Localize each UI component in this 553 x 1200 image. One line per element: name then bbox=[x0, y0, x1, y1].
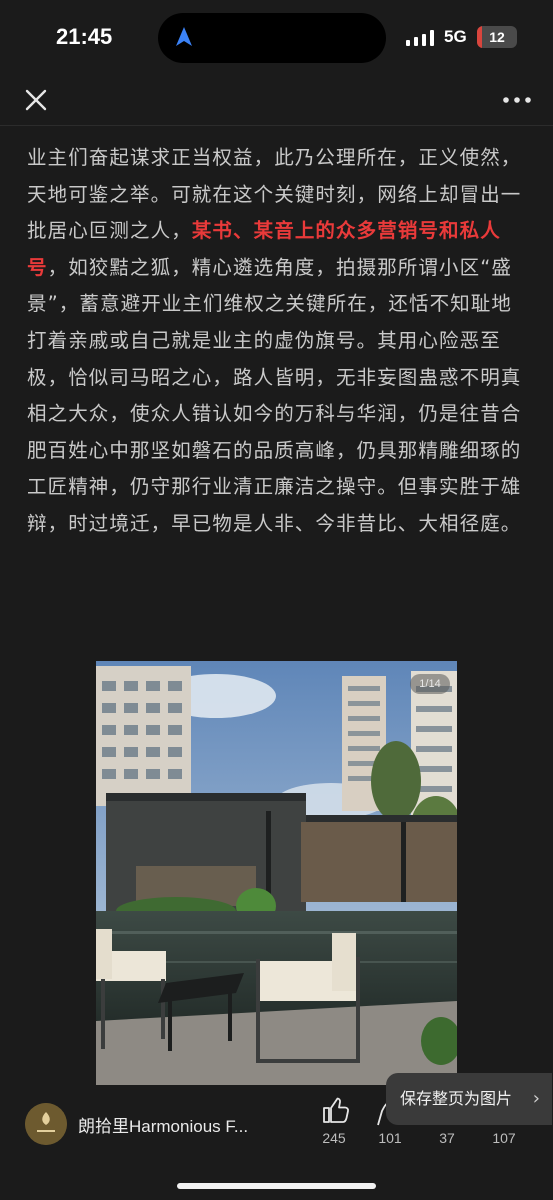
network-type: 5G bbox=[444, 27, 467, 46]
article-line: 工匠精神，仍守那行业清正廉洁之操守。但事实胜于雄 bbox=[27, 475, 522, 499]
article-line: 辩，时过境迁，早已物是人非、今非昔比、大相径庭。 bbox=[27, 511, 522, 535]
favorite-count: 37 bbox=[439, 1130, 455, 1146]
author-name[interactable]: 朗拾里Harmonious F... bbox=[78, 1112, 283, 1137]
home-indicator[interactable] bbox=[177, 1183, 376, 1189]
article-text: 批居心叵测之人， bbox=[27, 219, 192, 243]
save-page-as-image-button[interactable]: 保存整页为图片 › bbox=[386, 1073, 552, 1125]
header-divider bbox=[0, 125, 553, 126]
status-time: 21:45 bbox=[56, 24, 113, 49]
article-line: 天地可鉴之举。可就在这个关键时刻，网络上却冒出一 bbox=[27, 182, 522, 206]
more-icon[interactable] bbox=[500, 88, 534, 112]
article-line: 肥百姓心中那坚如磐石的品质高峰，仍具那精雕细琢的 bbox=[27, 438, 522, 462]
avatar[interactable] bbox=[25, 1103, 67, 1145]
chevron-right-icon: › bbox=[532, 1088, 540, 1109]
highlighted-text: 号 bbox=[27, 255, 48, 279]
thumbs-up-icon[interactable] bbox=[320, 1095, 350, 1125]
battery-text: 12 bbox=[489, 29, 505, 45]
like-count: 245 bbox=[322, 1130, 346, 1146]
comment-count: 101 bbox=[378, 1130, 402, 1146]
post-photo[interactable] bbox=[96, 661, 457, 1085]
article-line: 景”，蓄意避开业主们维权之关键所在，还恬不知耻地 bbox=[27, 292, 513, 316]
article-line: 打着亲戚或自己就是业主的虚伪旗号。其用心险恶至 bbox=[27, 328, 501, 352]
top-bar bbox=[0, 76, 553, 124]
status-bar: 21:45 5G 12 bbox=[0, 0, 553, 76]
article-text: ，如狡黠之狐，精心遴选角度，拍摄那所谓小区“盛 bbox=[47, 255, 513, 279]
save-label: 保存整页为图片 bbox=[400, 1089, 513, 1108]
photo-illustration bbox=[96, 661, 457, 1085]
article-body: 业主们奋起谋求正当权益，此乃公理所在，正义使然， 天地可鉴之举。可就在这个关键时… bbox=[27, 140, 527, 543]
avatar-logo bbox=[25, 1103, 67, 1145]
signal-icon bbox=[406, 30, 434, 46]
highlighted-text: 某书、某音上的众多营销号和私人 bbox=[191, 219, 501, 243]
location-arrow-icon bbox=[176, 27, 192, 46]
article-line: 批居心叵测之人，某书、某音上的众多营销号和私人 bbox=[27, 213, 527, 250]
article-line: 业主们奋起谋求正当权益，此乃公理所在，正义使然， bbox=[27, 146, 522, 169]
photo-counter: 1/14 bbox=[410, 674, 450, 694]
share-count: 107 bbox=[492, 1130, 516, 1146]
article-line: 相之大众，使众人错认如今的万科与华润，仍是往昔合 bbox=[27, 402, 522, 426]
battery-indicator: 12 bbox=[477, 26, 517, 48]
article-line: 极，恰似司马昭之心，路人皆明，无非妄图蛊惑不明真 bbox=[27, 365, 522, 389]
article-line: 号，如狡黠之狐，精心遴选角度，拍摄那所谓小区“盛 bbox=[27, 250, 527, 287]
close-icon[interactable] bbox=[22, 86, 50, 114]
